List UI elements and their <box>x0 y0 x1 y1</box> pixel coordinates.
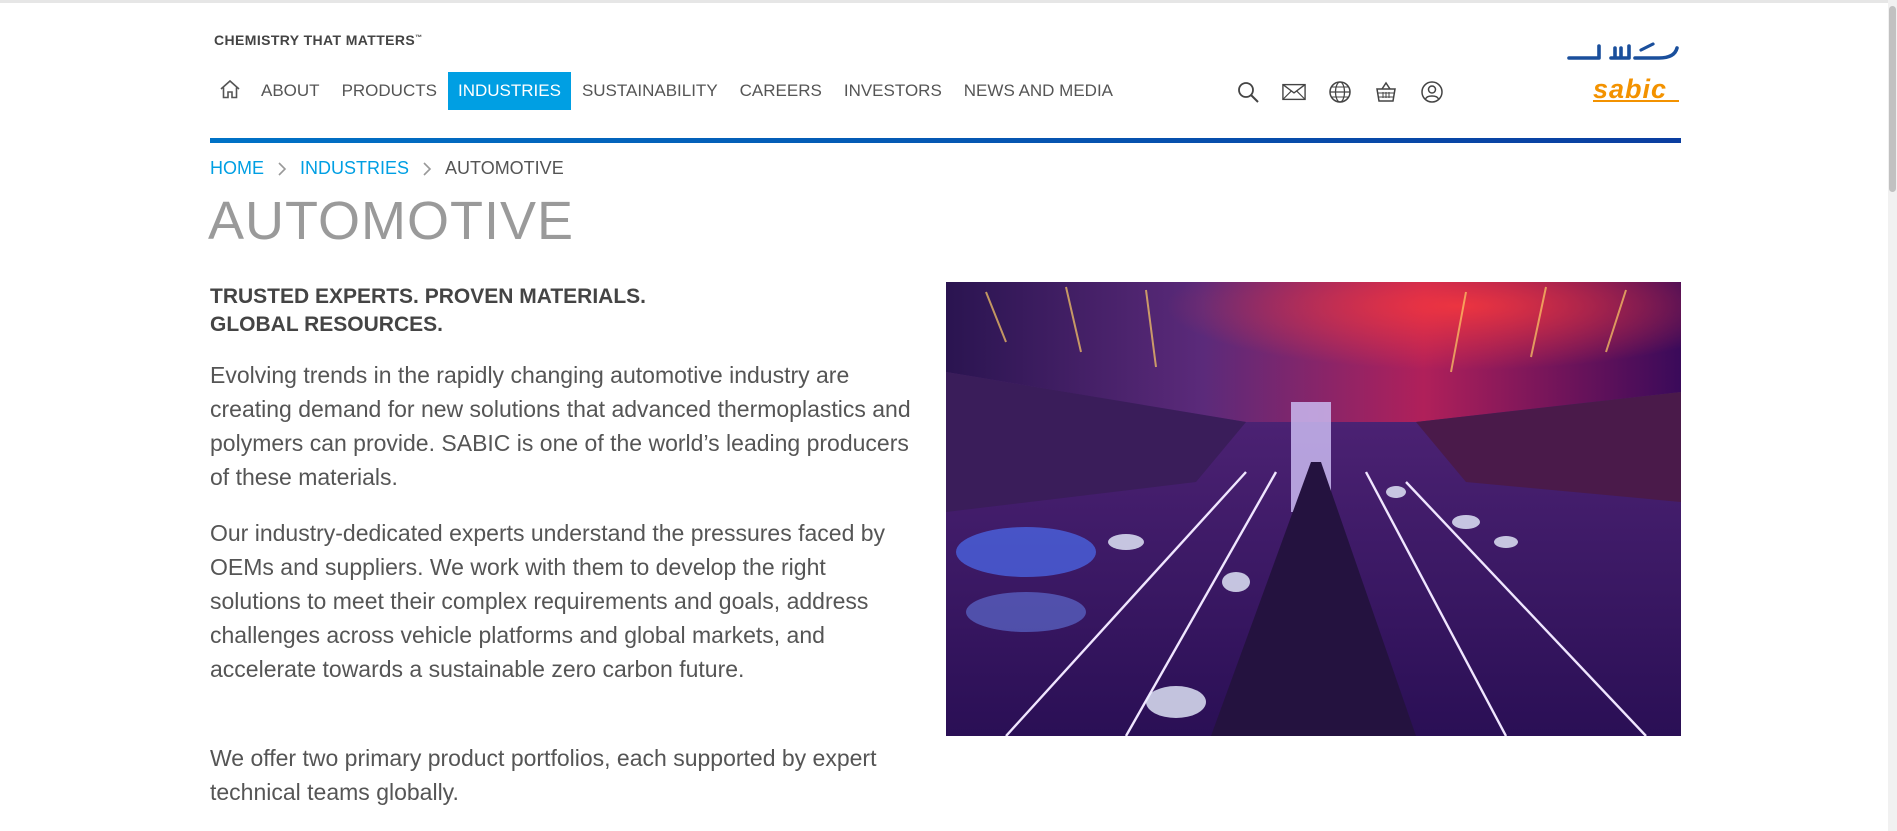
scrollbar-thumb[interactable] <box>1889 6 1896 192</box>
nav-item-sustainability[interactable]: SUSTAINABILITY <box>571 72 729 110</box>
page-subheading: TRUSTED EXPERTS. PROVEN MATERIALS. GLOBAL… <box>210 283 730 339</box>
user-icon[interactable] <box>1420 80 1444 104</box>
nav-item-industries[interactable]: INDUSTRIES <box>447 72 571 110</box>
subheading-line-2: GLOBAL RESOURCES. <box>210 313 443 336</box>
svg-text:sabic: sabic <box>1593 74 1667 104</box>
scrollbar-track[interactable] <box>1888 0 1897 831</box>
sabic-logo[interactable]: sabic <box>1563 38 1681 106</box>
basket-icon[interactable] <box>1374 80 1398 104</box>
breadcrumb-industries[interactable]: INDUSTRIES <box>300 158 409 179</box>
tagline-text: CHEMISTRY THAT MATTERS <box>214 32 416 48</box>
page-title: AUTOMOTIVE <box>208 191 575 251</box>
utility-icons <box>1236 80 1444 104</box>
breadcrumb-current: AUTOMOTIVE <box>445 158 564 178</box>
body-paragraph-1: Evolving trends in the rapidly changing … <box>210 362 911 490</box>
home-icon <box>219 78 241 105</box>
main-navigation: ABOUT PRODUCTS INDUSTRIES SUSTAINABILITY… <box>210 72 1124 110</box>
body-paragraph-2: Our industry-dedicated experts understan… <box>210 520 886 682</box>
brand-tagline: CHEMISTRY THAT MATTERS™ <box>214 32 423 48</box>
nav-item-news-and-media[interactable]: NEWS AND MEDIA <box>953 72 1124 110</box>
search-icon[interactable] <box>1236 80 1260 104</box>
nav-item-investors[interactable]: INVESTORS <box>833 72 953 110</box>
breadcrumb-home[interactable]: HOME <box>210 158 264 179</box>
top-border <box>0 0 1897 3</box>
chevron-right-icon <box>264 161 300 177</box>
breadcrumb: HOME INDUSTRIES AUTOMOTIVE <box>210 158 564 179</box>
chevron-right-icon <box>409 161 445 177</box>
header-divider <box>210 138 1681 143</box>
subheading-line-1: TRUSTED EXPERTS. PROVEN MATERIALS. <box>210 285 646 308</box>
nav-item-about[interactable]: ABOUT <box>250 72 331 110</box>
mail-icon[interactable] <box>1282 80 1306 104</box>
body-paragraph-3: We offer two primary product portfolios,… <box>210 745 877 805</box>
nav-item-products[interactable]: PRODUCTS <box>331 72 448 110</box>
trademark-mark: ™ <box>415 34 423 42</box>
globe-icon[interactable] <box>1328 80 1352 104</box>
hero-image <box>946 282 1681 736</box>
nav-item-careers[interactable]: CAREERS <box>729 72 833 110</box>
nav-home-button[interactable] <box>210 72 250 110</box>
